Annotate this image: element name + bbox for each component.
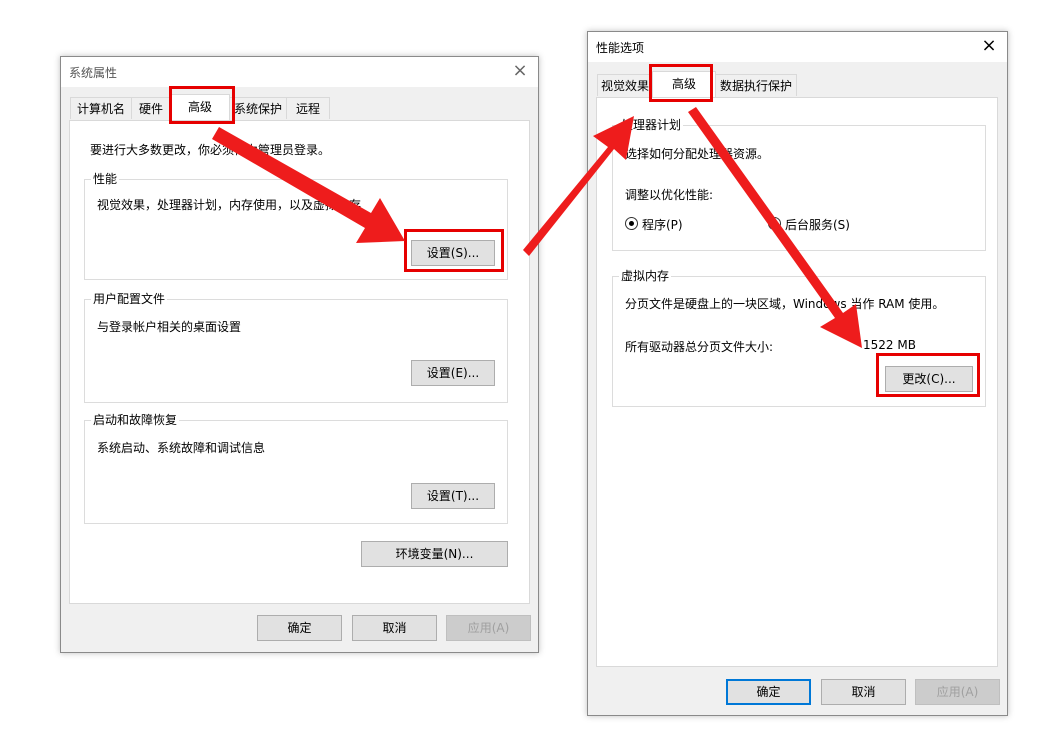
tab-strip: 计算机名 硬件 高级 系统保护 远程 <box>70 94 530 121</box>
performance-options-window: 性能选项 × 视觉效果 高级 数据执行保护 处理器计划 选择如何分配处理器资源。… <box>587 31 1008 716</box>
tab-strip: 视觉效果 高级 数据执行保护 <box>597 71 997 98</box>
system-properties-window: 系统属性 × 计算机名 硬件 高级 系统保护 远程 要进行大多数更改，你必须作为… <box>60 56 539 653</box>
tab-computer-name[interactable]: 计算机名 <box>70 97 132 119</box>
tab-visual-effects[interactable]: 视觉效果 <box>597 74 653 96</box>
adjust-for-label: 调整以优化性能: <box>625 188 714 202</box>
paging-total-value: 1522 MB <box>863 338 916 352</box>
admin-note: 要进行大多数更改，你必须作为管理员登录。 <box>90 143 331 157</box>
user-profiles-group: 用户配置文件 与登录帐户相关的桌面设置 设置(E)... <box>84 292 508 403</box>
cancel-button[interactable]: 取消 <box>352 615 437 641</box>
tab-advanced[interactable]: 高级 <box>170 94 230 120</box>
startup-recovery-group: 启动和故障恢复 系统启动、系统故障和调试信息 设置(T)... <box>84 413 508 524</box>
startup-recovery-desc: 系统启动、系统故障和调试信息 <box>97 441 266 455</box>
user-profiles-settings-button[interactable]: 设置(E)... <box>411 360 495 386</box>
radio-background-services[interactable] <box>768 217 781 230</box>
tab-advanced[interactable]: 高级 <box>652 71 716 97</box>
performance-group: 性能 视觉效果，处理器计划，内存使用，以及虚拟内存 设置(S)... <box>84 172 508 280</box>
processor-scheduling-title: 处理器计划 <box>619 118 684 132</box>
user-profiles-desc: 与登录帐户相关的桌面设置 <box>97 320 242 334</box>
tab-system-protection[interactable]: 系统保护 <box>229 97 287 119</box>
ok-button[interactable]: 确定 <box>726 679 811 705</box>
tab-dep[interactable]: 数据执行保护 <box>715 74 797 96</box>
radio-background-services-label[interactable]: 后台服务(S) <box>785 216 850 233</box>
ok-button[interactable]: 确定 <box>257 615 342 641</box>
advanced-panel: 处理器计划 选择如何分配处理器资源。 调整以优化性能: 程序(P) 后台服务(S… <box>596 97 998 667</box>
close-icon[interactable]: × <box>979 37 999 57</box>
virtual-memory-group: 虚拟内存 分页文件是硬盘上的一块区域，Windows 当作 RAM 使用。 所有… <box>612 269 986 407</box>
startup-recovery-settings-button[interactable]: 设置(T)... <box>411 483 495 509</box>
window-title: 系统属性 <box>69 66 118 80</box>
apply-button: 应用(A) <box>915 679 1000 705</box>
user-profiles-title: 用户配置文件 <box>91 292 168 306</box>
performance-desc: 视觉效果，处理器计划，内存使用，以及虚拟内存 <box>97 198 362 212</box>
startup-recovery-title: 启动和故障恢复 <box>91 413 180 427</box>
paging-total-label: 所有驱动器总分页文件大小: <box>625 340 774 354</box>
virtual-memory-title: 虚拟内存 <box>619 269 672 283</box>
processor-scheduling-group: 处理器计划 选择如何分配处理器资源。 调整以优化性能: 程序(P) 后台服务(S… <box>612 118 986 251</box>
performance-title: 性能 <box>91 172 120 186</box>
advanced-panel: 要进行大多数更改，你必须作为管理员登录。 性能 视觉效果，处理器计划，内存使用，… <box>69 120 530 604</box>
close-icon[interactable]: × <box>510 62 530 82</box>
tab-remote[interactable]: 远程 <box>286 97 330 119</box>
processor-scheduling-desc: 选择如何分配处理器资源。 <box>625 147 770 161</box>
apply-button: 应用(A) <box>446 615 531 641</box>
radio-programs-label[interactable]: 程序(P) <box>642 216 683 233</box>
radio-programs[interactable] <box>625 217 638 230</box>
change-virtual-memory-button[interactable]: 更改(C)... <box>885 366 973 392</box>
cancel-button[interactable]: 取消 <box>821 679 906 705</box>
virtual-memory-desc: 分页文件是硬盘上的一块区域，Windows 当作 RAM 使用。 <box>625 297 945 311</box>
performance-options-titlebar[interactable]: 性能选项 × <box>588 32 1007 62</box>
window-title: 性能选项 <box>596 41 645 55</box>
tab-hardware[interactable]: 硬件 <box>131 97 171 119</box>
system-properties-titlebar[interactable]: 系统属性 × <box>61 57 538 87</box>
environment-variables-button[interactable]: 环境变量(N)... <box>361 541 508 567</box>
performance-settings-button[interactable]: 设置(S)... <box>411 240 495 266</box>
